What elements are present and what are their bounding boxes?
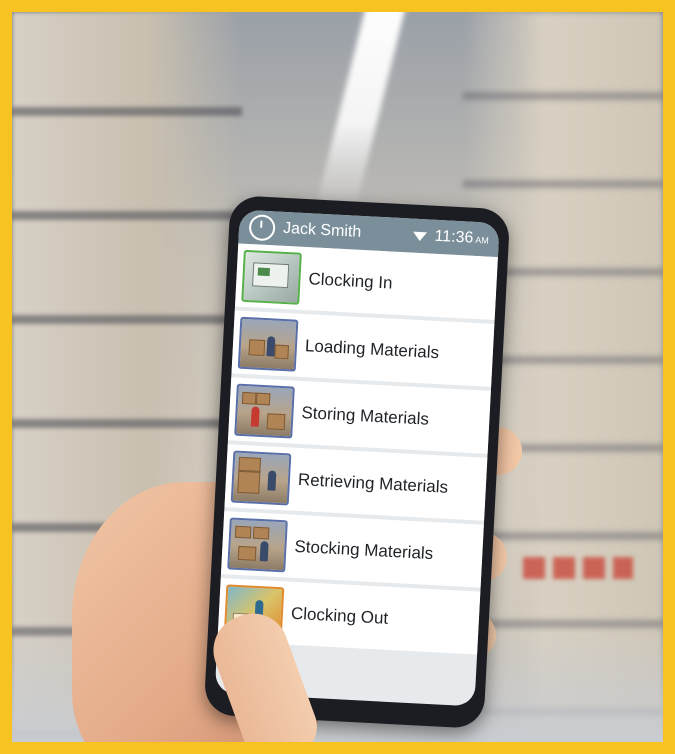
warehouse-photo: Jack Smith 11:36AM Clocking In Loading M…: [12, 12, 663, 742]
red-boxes: [523, 557, 633, 579]
menu-item-label: Storing Materials: [301, 402, 430, 429]
status-time: 11:36AM: [434, 227, 490, 247]
menu-item-retrieving-materials[interactable]: Retrieving Materials: [224, 444, 488, 521]
ceiling-light: [314, 12, 410, 212]
menu-item-label: Retrieving Materials: [297, 469, 449, 497]
menu-item-label: Clocking Out: [290, 603, 389, 628]
clock-terminal-icon: [241, 249, 302, 305]
user-name: Jack Smith: [282, 219, 362, 241]
stocking-worker-icon: [227, 516, 288, 572]
menu-item-loading-materials[interactable]: Loading Materials: [231, 310, 495, 387]
menu-item-label: Clocking In: [308, 268, 394, 293]
wifi-icon: [412, 231, 427, 241]
loading-worker-icon: [237, 316, 299, 372]
clock-icon: [248, 214, 276, 242]
menu-item-label: Loading Materials: [304, 335, 440, 362]
menu-item-clocking-in[interactable]: Clocking In: [234, 243, 498, 321]
retrieving-worker-icon: [230, 450, 292, 505]
menu-item-storing-materials[interactable]: Storing Materials: [227, 377, 491, 454]
storing-worker-icon: [234, 383, 295, 439]
menu-item-label: Stocking Materials: [294, 536, 434, 563]
menu-item-stocking-materials[interactable]: Stocking Materials: [220, 511, 484, 588]
